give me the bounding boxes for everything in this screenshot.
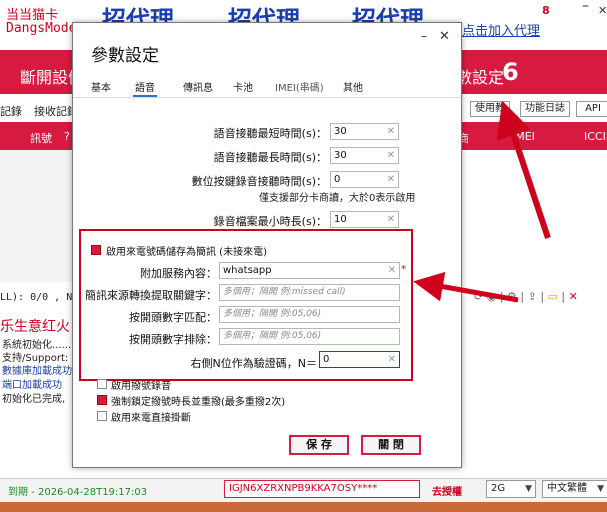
tab-voice[interactable]: 語音 (133, 79, 157, 97)
max-answer-time-label: 語音接聽最長時間(s)： (213, 151, 327, 164)
settings-dialog: 參數設定 – ✕ 基本 語音 傳訊息 卡池 IMEI(串碼) 其他 語音接聽最短… (72, 22, 462, 468)
prefix-exclude-input[interactable]: 多個用；隔開 例:05,06) (219, 328, 400, 345)
clear-icon[interactable]: ✕ (388, 263, 396, 278)
globe-icon[interactable]: ◉ (487, 290, 497, 303)
clear-icon[interactable]: ✕ (387, 148, 395, 163)
log-line: 端口加載成功 (2, 380, 62, 391)
sms-keyword-label: 簡訊來源轉換提取關鍵字： (85, 289, 217, 302)
tab-basic[interactable]: 基本 (91, 79, 111, 94)
api-button[interactable]: API (576, 101, 607, 117)
sub-tab-records[interactable]: 記錄 (0, 103, 22, 119)
clear-icon[interactable]: ✕ (387, 212, 395, 227)
language-select[interactable]: 中文繁體 ▼ (542, 480, 607, 498)
tab-messaging[interactable]: 傳訊息 (183, 79, 213, 94)
minimize-icon[interactable]: – (582, 0, 589, 14)
min-answer-time-value: 30 (334, 126, 347, 137)
column-header-iccid[interactable]: ICCID (584, 130, 607, 143)
min-record-length-label: 錄音檔案最小時長(s)： (213, 215, 327, 228)
device-table-body (0, 150, 72, 282)
column-header-signal[interactable]: 訊號 (30, 130, 52, 146)
min-record-length-input[interactable]: 10 ✕ (330, 211, 399, 228)
right-n-digits-input[interactable]: 0 ✕ (319, 351, 400, 368)
refresh-icon[interactable]: ⟳ (474, 290, 483, 303)
save-button[interactable]: 保 存 (289, 435, 349, 455)
license-serial-field[interactable]: IGJN6XZRXNPB9KKA7OSY**** (224, 480, 420, 498)
right-n-digits-label: 右側N位作為驗證碼，N＝ (190, 357, 317, 370)
min-answer-time-input[interactable]: 30 ✕ (330, 123, 399, 140)
corner-counter: 8 (542, 4, 550, 17)
filter-icon[interactable]: ⚙ (507, 290, 517, 303)
service-content-input[interactable]: whatsapp ✕ (219, 262, 400, 279)
column-header-unknown[interactable]: ? (64, 130, 70, 143)
save-call-as-sms-label: 啟用來電號碼儲存為簡訊 (未接來電) (106, 247, 267, 258)
prefix-exclude-label: 按開頭數字排除： (129, 333, 217, 346)
required-marker: * (401, 264, 406, 275)
right-n-digits-value: 0 (323, 354, 330, 365)
save-call-as-sms-checkbox[interactable] (91, 245, 101, 255)
taskbar-strip (0, 502, 607, 512)
step-number-label: 6 (502, 58, 519, 86)
export-icon[interactable]: ⇪ (528, 290, 537, 303)
dtmf-note: 僅支援部分卡商讀，大於0表示啟用 (259, 193, 416, 204)
nav-settings[interactable]: 數設定 (456, 64, 504, 88)
dtmf-record-time-label: 數位按鍵錄音接聽時間(s)： (191, 175, 327, 188)
clear-log-icon[interactable]: ✕ (569, 290, 578, 303)
chevron-down-icon: ▼ (597, 484, 604, 494)
network-mode-select[interactable]: 2G ▼ (486, 480, 536, 498)
log-line: 初始化已完成, (2, 394, 66, 405)
clear-icon[interactable]: ✕ (387, 172, 395, 187)
max-answer-time-input[interactable]: 30 ✕ (330, 147, 399, 164)
tab-other[interactable]: 其他 (343, 79, 363, 94)
tutorial-button[interactable]: 使用教 (470, 101, 510, 117)
enable-call-recording-label: 啟用撥號錄音 (111, 381, 171, 392)
function-log-button[interactable]: 功能日誌 (520, 101, 570, 117)
brand-name-latin: DangsMode (6, 21, 77, 36)
enable-call-recording-checkbox[interactable] (97, 379, 107, 389)
reject-incoming-checkbox[interactable] (97, 411, 107, 421)
dialog-close-icon[interactable]: ✕ (439, 29, 450, 44)
dtmf-record-time-input[interactable]: 0 ✕ (330, 171, 399, 188)
authorize-link[interactable]: 去授權 (432, 483, 462, 498)
clear-icon[interactable]: ✕ (387, 124, 395, 139)
sms-keyword-input[interactable]: 多個用；隔開 例:missed call) (219, 284, 400, 301)
max-answer-time-value: 30 (334, 150, 347, 161)
force-redial-checkbox[interactable] (97, 395, 107, 405)
close-icon[interactable]: ✕ (598, 4, 607, 17)
tab-imei[interactable]: IMEI(串碼) (275, 79, 324, 94)
join-agent-link[interactable]: 点击加入代理 (462, 20, 540, 39)
close-button[interactable]: 關 閉 (361, 435, 421, 455)
log-title: 乐生意红火 (0, 319, 70, 335)
settings-tabs: 基本 語音 傳訊息 卡池 IMEI(串碼) 其他 (73, 75, 461, 98)
service-content-label: 附加服務內容： (140, 267, 217, 280)
min-record-length-value: 10 (334, 214, 347, 225)
folder-icon[interactable]: ▭ (548, 290, 558, 303)
expiry-date: 到期 - 2026-04-28T19:17:03 (8, 487, 148, 498)
language-value: 中文繁體 (547, 483, 587, 494)
column-header-imei[interactable]: IMEI (512, 130, 535, 143)
prefix-match-input[interactable]: 多個用；隔開 例:05,06) (219, 306, 400, 323)
clear-icon[interactable]: ✕ (388, 352, 396, 367)
service-content-value: whatsapp (223, 265, 272, 276)
dtmf-record-time-value: 0 (334, 174, 341, 185)
network-mode-value: 2G (491, 483, 506, 494)
log-toolbar: ⟳ ◉ | ⚙ | ⇪ | ▭ | ✕ (474, 290, 578, 303)
chevron-down-icon: ▼ (525, 484, 532, 494)
dialog-title: 參數設定 (91, 46, 159, 66)
force-redial-label: 強制鎖定撥號時長並重撥(最多重撥2次) (111, 397, 286, 408)
prefix-match-label: 按開頭數字匹配： (129, 311, 217, 324)
log-line: 數據庫加載成功 (2, 366, 72, 377)
reject-incoming-label: 啟用來電直接掛斷 (111, 413, 191, 424)
dialog-minimize-icon[interactable]: – (421, 29, 427, 43)
min-answer-time-label: 語音接聽最短時間(s)： (213, 127, 327, 140)
tab-card-pool[interactable]: 卡池 (233, 79, 253, 94)
